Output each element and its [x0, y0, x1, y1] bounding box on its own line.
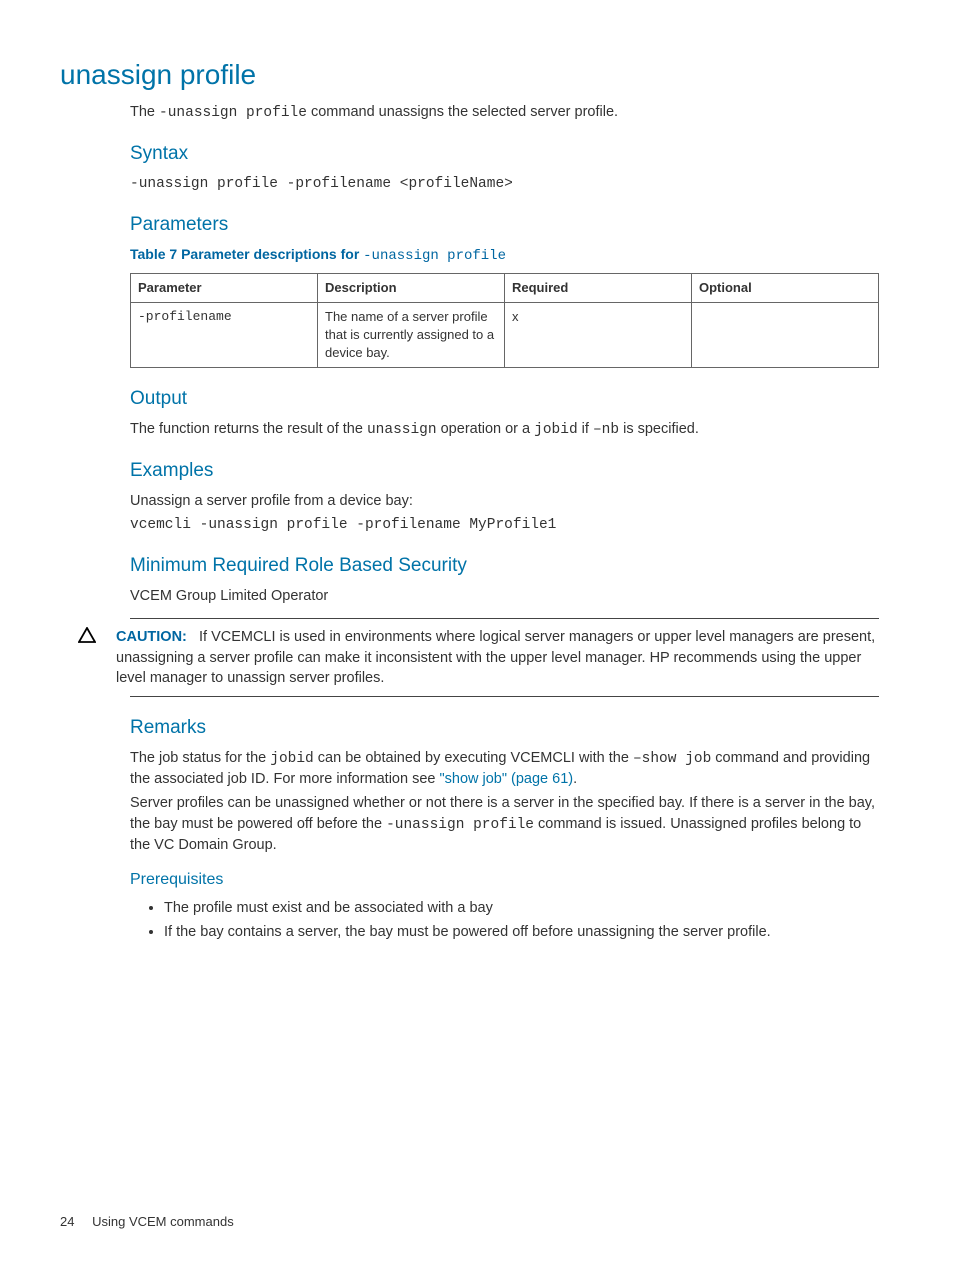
- output-t1: The function returns the result of the: [130, 421, 367, 437]
- table-caption-pre: Table 7 Parameter descriptions for: [130, 246, 363, 262]
- intro-paragraph: The -unassign profile command unassigns …: [130, 102, 879, 123]
- remarks-p2: Server profiles can be unassigned whethe…: [130, 793, 879, 855]
- prerequisites-heading: Prerequisites: [130, 869, 879, 891]
- remarks-code-jobid: jobid: [270, 751, 314, 767]
- table-caption: Table 7 Parameter descriptions for -unas…: [130, 245, 879, 267]
- output-heading: Output: [130, 386, 879, 413]
- th-required: Required: [505, 273, 692, 302]
- remarks-link-showjob[interactable]: "show job" (page 61): [439, 771, 573, 787]
- output-paragraph: The function returns the result of the u…: [130, 419, 879, 440]
- remarks-p1c: can be obtained by executing VCEMCLI wit…: [314, 750, 633, 766]
- cell-req: x: [505, 302, 692, 368]
- th-description: Description: [318, 273, 505, 302]
- footer-section: Using VCEM commands: [92, 1214, 234, 1229]
- caution-text: CAUTION: If VCEMCLI is used in environme…: [116, 627, 879, 688]
- output-t2: operation or a: [437, 421, 535, 437]
- output-t4: is specified.: [619, 421, 699, 437]
- remarks-p1a: The job status for the: [130, 750, 270, 766]
- security-body: VCEM Group Limited Operator: [130, 586, 879, 606]
- output-code-nb: –nb: [593, 422, 619, 438]
- cell-param: -profilename: [131, 302, 318, 368]
- examples-heading: Examples: [130, 458, 879, 485]
- page-footer: 24 Using VCEM commands: [60, 1213, 234, 1231]
- remarks-heading: Remarks: [130, 715, 879, 742]
- examples-code: vcemcli -unassign profile -profilename M…: [130, 515, 879, 535]
- th-optional: Optional: [692, 273, 879, 302]
- examples-intro: Unassign a server profile from a device …: [130, 491, 879, 511]
- output-t3: if: [578, 421, 593, 437]
- table-header-row: Parameter Description Required Optional: [131, 273, 879, 302]
- remarks-code-showjob: –show job: [633, 751, 711, 767]
- syntax-code: -unassign profile -profilename <profileN…: [130, 174, 879, 194]
- intro-command-code: -unassign profile: [159, 105, 307, 121]
- security-heading: Minimum Required Role Based Security: [130, 553, 879, 580]
- intro-text-post: command unassigns the selected server pr…: [307, 104, 618, 120]
- caution-body: If VCEMCLI is used in environments where…: [116, 629, 875, 686]
- output-code-unassign: unassign: [367, 422, 437, 438]
- parameters-heading: Parameters: [130, 212, 879, 239]
- table-row: -profilename The name of a server profil…: [131, 302, 879, 368]
- list-item: If the bay contains a server, the bay mu…: [164, 922, 879, 942]
- page-title: unassign profile: [60, 55, 879, 94]
- th-parameter: Parameter: [131, 273, 318, 302]
- list-item: The profile must exist and be associated…: [164, 898, 879, 918]
- footer-page-number: 24: [60, 1213, 74, 1231]
- table-caption-cmd: -unassign profile: [363, 248, 506, 264]
- output-code-jobid: jobid: [534, 422, 578, 438]
- caution-block: CAUTION: If VCEMCLI is used in environme…: [130, 618, 879, 697]
- remarks-p1f: .: [573, 771, 577, 787]
- cell-desc: The name of a server profile that is cur…: [318, 302, 505, 368]
- prerequisites-list: The profile must exist and be associated…: [130, 898, 879, 943]
- remarks-code-unassign: -unassign profile: [386, 817, 534, 833]
- caution-icon: [78, 627, 96, 649]
- parameters-table: Parameter Description Required Optional …: [130, 273, 879, 369]
- syntax-heading: Syntax: [130, 141, 879, 168]
- cell-opt: [692, 302, 879, 368]
- intro-text-pre: The: [130, 104, 159, 120]
- remarks-p1: The job status for the jobid can be obta…: [130, 748, 879, 790]
- caution-label: CAUTION:: [116, 629, 187, 645]
